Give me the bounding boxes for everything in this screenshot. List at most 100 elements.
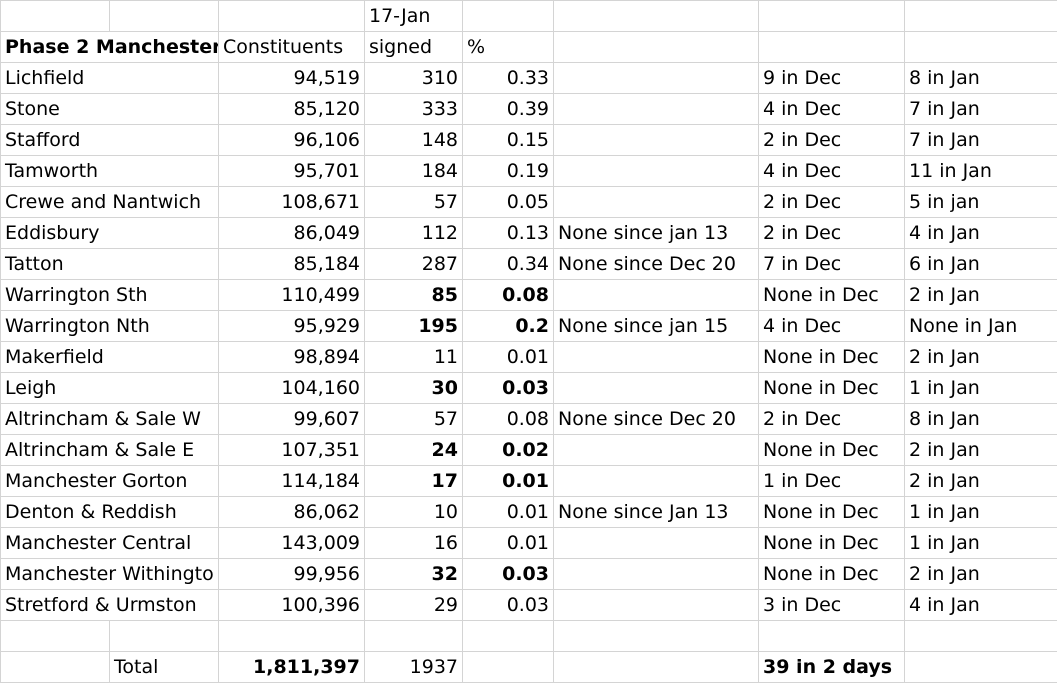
percent-value[interactable]: 0.03 <box>462 558 554 590</box>
dec-count[interactable]: 9 in Dec <box>758 62 905 94</box>
note[interactable] <box>553 527 759 559</box>
jan-count[interactable]: 7 in Jan <box>904 124 1057 156</box>
cell[interactable] <box>109 620 219 652</box>
signed-count[interactable]: 57 <box>364 186 463 218</box>
jan-count[interactable]: 4 in Jan <box>904 589 1057 621</box>
dec-count[interactable]: None in Dec <box>758 527 905 559</box>
signed-count[interactable]: 57 <box>364 403 463 435</box>
cell[interactable] <box>364 620 463 652</box>
cell[interactable] <box>462 620 554 652</box>
jan-count[interactable]: 2 in Jan <box>904 279 1057 311</box>
cell[interactable] <box>218 620 365 652</box>
percent-value[interactable]: 0.33 <box>462 62 554 94</box>
jan-count[interactable]: 7 in Jan <box>904 93 1057 125</box>
cell[interactable] <box>758 0 905 32</box>
percent-value[interactable]: 0.01 <box>462 496 554 528</box>
dec-count[interactable]: None in Dec <box>758 372 905 404</box>
note[interactable]: None since jan 13 <box>553 217 759 249</box>
note[interactable] <box>553 465 759 497</box>
note[interactable]: None since Dec 20 <box>553 403 759 435</box>
cell[interactable] <box>904 0 1057 32</box>
constituents-count[interactable]: 110,499 <box>218 279 365 311</box>
cell[interactable] <box>109 0 219 32</box>
constituents-count[interactable]: 114,184 <box>218 465 365 497</box>
percent-value[interactable]: 0.08 <box>462 403 554 435</box>
constituency-name[interactable]: Manchester Gorton <box>0 465 219 497</box>
percent-value[interactable]: 0.03 <box>462 589 554 621</box>
constituency-name[interactable]: Altrincham & Sale E <box>0 434 219 466</box>
total-summary[interactable]: 39 in 2 days <box>758 651 905 683</box>
cell[interactable] <box>553 31 759 63</box>
jan-count[interactable]: 2 in Jan <box>904 341 1057 373</box>
jan-count[interactable]: 8 in Jan <box>904 403 1057 435</box>
jan-count[interactable]: 11 in Jan <box>904 155 1057 187</box>
signed-count[interactable]: 287 <box>364 248 463 280</box>
jan-count[interactable]: 6 in Jan <box>904 248 1057 280</box>
percent-value[interactable]: 0.05 <box>462 186 554 218</box>
constituency-name[interactable]: Tatton <box>0 248 219 280</box>
percent-value[interactable]: 0.01 <box>462 465 554 497</box>
note[interactable] <box>553 279 759 311</box>
percent-value[interactable]: 0.15 <box>462 124 554 156</box>
note[interactable] <box>553 93 759 125</box>
constituents-count[interactable]: 99,607 <box>218 403 365 435</box>
signed-count[interactable]: 30 <box>364 372 463 404</box>
total-constituents[interactable]: 1,811,397 <box>218 651 365 683</box>
constituents-count[interactable]: 95,929 <box>218 310 365 342</box>
constituency-name[interactable]: Warrington Nth <box>0 310 219 342</box>
signed-count[interactable]: 24 <box>364 434 463 466</box>
dec-count[interactable]: 2 in Dec <box>758 124 905 156</box>
constituency-name[interactable]: Manchester Central <box>0 527 219 559</box>
percent-value[interactable]: 0.08 <box>462 279 554 311</box>
signed-count[interactable]: 11 <box>364 341 463 373</box>
dec-count[interactable]: 4 in Dec <box>758 93 905 125</box>
note[interactable]: None since Jan 13 <box>553 496 759 528</box>
jan-count[interactable]: 1 in Jan <box>904 527 1057 559</box>
cell[interactable] <box>0 620 110 652</box>
constituency-name[interactable]: Stone <box>0 93 219 125</box>
constituents-count[interactable]: 108,671 <box>218 186 365 218</box>
constituents-count[interactable]: 99,956 <box>218 558 365 590</box>
percent-value[interactable]: 0.02 <box>462 434 554 466</box>
jan-count[interactable]: 1 in Jan <box>904 372 1057 404</box>
sheet-title[interactable]: Phase 2 Manchester <box>0 31 219 63</box>
signed-count[interactable]: 333 <box>364 93 463 125</box>
constituency-name[interactable]: Leigh <box>0 372 219 404</box>
percent-value[interactable]: 0.39 <box>462 93 554 125</box>
cell[interactable] <box>758 31 905 63</box>
percent-value[interactable]: 0.01 <box>462 341 554 373</box>
signed-count[interactable]: 310 <box>364 62 463 94</box>
constituents-count[interactable]: 96,106 <box>218 124 365 156</box>
cell[interactable] <box>553 620 759 652</box>
dec-count[interactable]: 2 in Dec <box>758 217 905 249</box>
constituency-name[interactable]: Denton & Reddish <box>0 496 219 528</box>
dec-count[interactable]: 3 in Dec <box>758 589 905 621</box>
constituents-count[interactable]: 94,519 <box>218 62 365 94</box>
signed-count[interactable]: 17 <box>364 465 463 497</box>
note[interactable] <box>553 341 759 373</box>
constituency-name[interactable]: Eddisbury <box>0 217 219 249</box>
dec-count[interactable]: 1 in Dec <box>758 465 905 497</box>
jan-count[interactable]: 4 in Jan <box>904 217 1057 249</box>
percent-value[interactable]: 0.19 <box>462 155 554 187</box>
cell[interactable] <box>0 0 110 32</box>
signed-count[interactable]: 10 <box>364 496 463 528</box>
dec-count[interactable]: 4 in Dec <box>758 155 905 187</box>
dec-count[interactable]: None in Dec <box>758 341 905 373</box>
note[interactable] <box>553 589 759 621</box>
constituency-name[interactable]: Tamworth <box>0 155 219 187</box>
dec-count[interactable]: 4 in Dec <box>758 310 905 342</box>
cell[interactable] <box>462 651 554 683</box>
constituency-name[interactable]: Warrington Sth <box>0 279 219 311</box>
jan-count[interactable]: 2 in Jan <box>904 465 1057 497</box>
constituency-name[interactable]: Makerfield <box>0 341 219 373</box>
jan-count[interactable]: 2 in Jan <box>904 434 1057 466</box>
jan-count[interactable]: 1 in Jan <box>904 496 1057 528</box>
header-constituents[interactable]: Constituents <box>218 31 365 63</box>
header-percent[interactable]: % <box>462 31 554 63</box>
constituents-count[interactable]: 86,062 <box>218 496 365 528</box>
dec-count[interactable]: 7 in Dec <box>758 248 905 280</box>
note[interactable] <box>553 155 759 187</box>
dec-count[interactable]: None in Dec <box>758 434 905 466</box>
constituency-name[interactable]: Crewe and Nantwich <box>0 186 219 218</box>
